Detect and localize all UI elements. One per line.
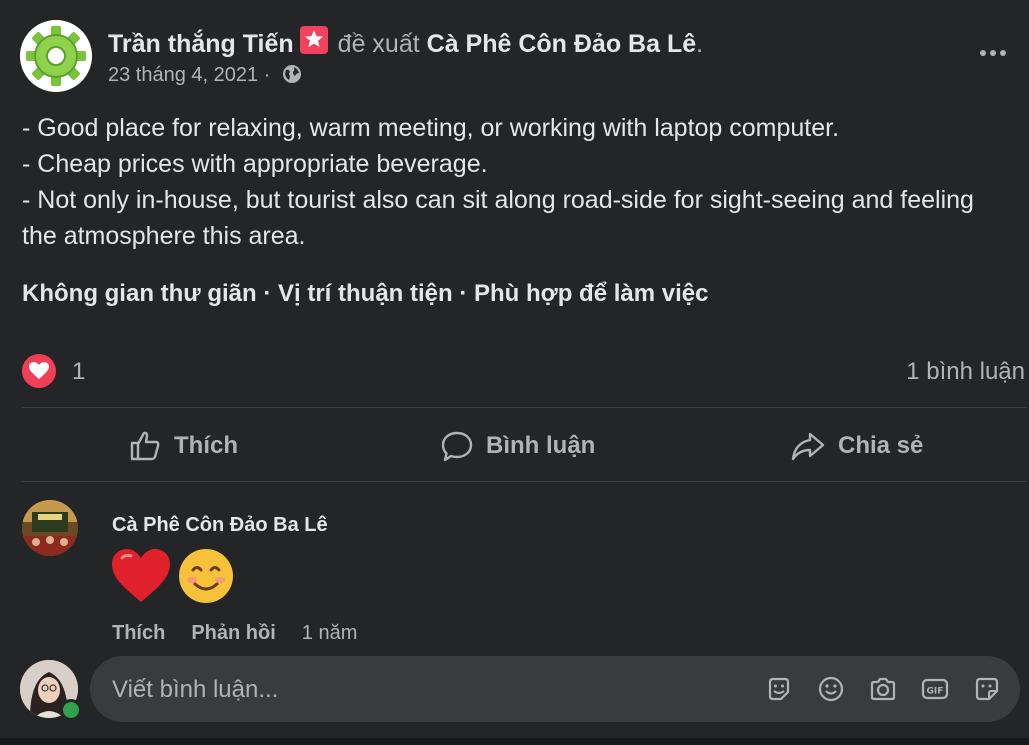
post-body: - Good place for relaxing, warm meeting,… — [22, 110, 1012, 254]
heart-icon[interactable] — [22, 354, 56, 388]
comment-composer: GIF — [90, 656, 1020, 724]
post-meta: 23 tháng 4, 2021 · — [108, 64, 302, 90]
body-line: - Good place for relaxing, warm meeting,… — [22, 114, 840, 142]
sticker-face-icon[interactable] — [972, 674, 1002, 704]
author-name[interactable]: Trần thắng Tiến — [108, 30, 294, 58]
comment-button[interactable]: Bình luận — [440, 412, 595, 480]
body-line: - Cheap prices with appropriate beverage… — [22, 150, 488, 178]
comment-author[interactable]: Cà Phê Côn Đảo Ba Lê — [112, 514, 328, 537]
reaction-count[interactable]: 1 — [72, 358, 85, 386]
share-button[interactable]: Chia sẻ — [790, 412, 923, 480]
emoji-icon[interactable] — [816, 674, 846, 704]
comment-reply-link[interactable]: Phản hồi — [191, 622, 275, 644]
action-bar: Thích Bình luận Chia sẻ — [22, 412, 1027, 480]
globe-icon — [282, 64, 302, 90]
review-tags: Không gian thư giãn · Vị trí thuận tiện … — [22, 280, 709, 307]
period: . — [696, 30, 704, 58]
divider — [22, 407, 1027, 408]
author-line: Trần thắng Tiến đề xuất Cà Phê Côn Đảo Ba… — [108, 26, 703, 59]
bottom-edge — [0, 738, 1029, 745]
like-icon — [130, 431, 160, 461]
like-button[interactable]: Thích — [128, 412, 238, 480]
reaction-row: 1 1 bình luận — [22, 352, 1027, 392]
svg-text:GIF: GIF — [927, 687, 944, 697]
recommend-text: đề xuất — [337, 30, 420, 58]
like-label: Thích — [174, 432, 238, 459]
more-icon — [980, 50, 986, 56]
composer-icons: GIF — [764, 656, 1002, 722]
comment-like-link[interactable]: Thích — [112, 622, 165, 644]
gif-icon[interactable]: GIF — [920, 674, 950, 704]
body-line: - Not only in-house, but tourist also ca… — [22, 186, 974, 250]
divider — [22, 481, 1027, 482]
red-heart-emoji-icon — [112, 549, 170, 602]
share-icon — [791, 432, 825, 461]
smiling-emoji-icon — [179, 549, 233, 603]
post-card: Trần thắng Tiến đề xuất Cà Phê Côn Đảo Ba… — [0, 0, 1029, 745]
gear-avatar-icon — [20, 20, 92, 92]
online-status-indicator — [60, 699, 82, 721]
more-options-button[interactable] — [974, 38, 1012, 68]
author-avatar[interactable] — [20, 20, 92, 92]
comment-content — [110, 546, 236, 606]
comment-label: Bình luận — [486, 432, 596, 459]
post-date[interactable]: 23 tháng 4, 2021 · — [108, 64, 270, 86]
camera-icon[interactable] — [868, 674, 898, 704]
star-badge-icon — [299, 26, 328, 54]
commenter-avatar[interactable] — [22, 500, 78, 556]
comment-count[interactable]: 1 bình luận — [906, 358, 1025, 386]
comment-time[interactable]: 1 năm — [302, 622, 358, 644]
page-name-link[interactable]: Cà Phê Côn Đảo Ba Lê — [427, 30, 697, 58]
sticker-icon[interactable] — [764, 674, 794, 704]
comment-actions: Thích Phản hồi 1 năm — [112, 622, 383, 645]
comment-input[interactable] — [110, 656, 754, 724]
comment-icon — [441, 431, 473, 462]
share-label: Chia sẻ — [838, 432, 924, 459]
